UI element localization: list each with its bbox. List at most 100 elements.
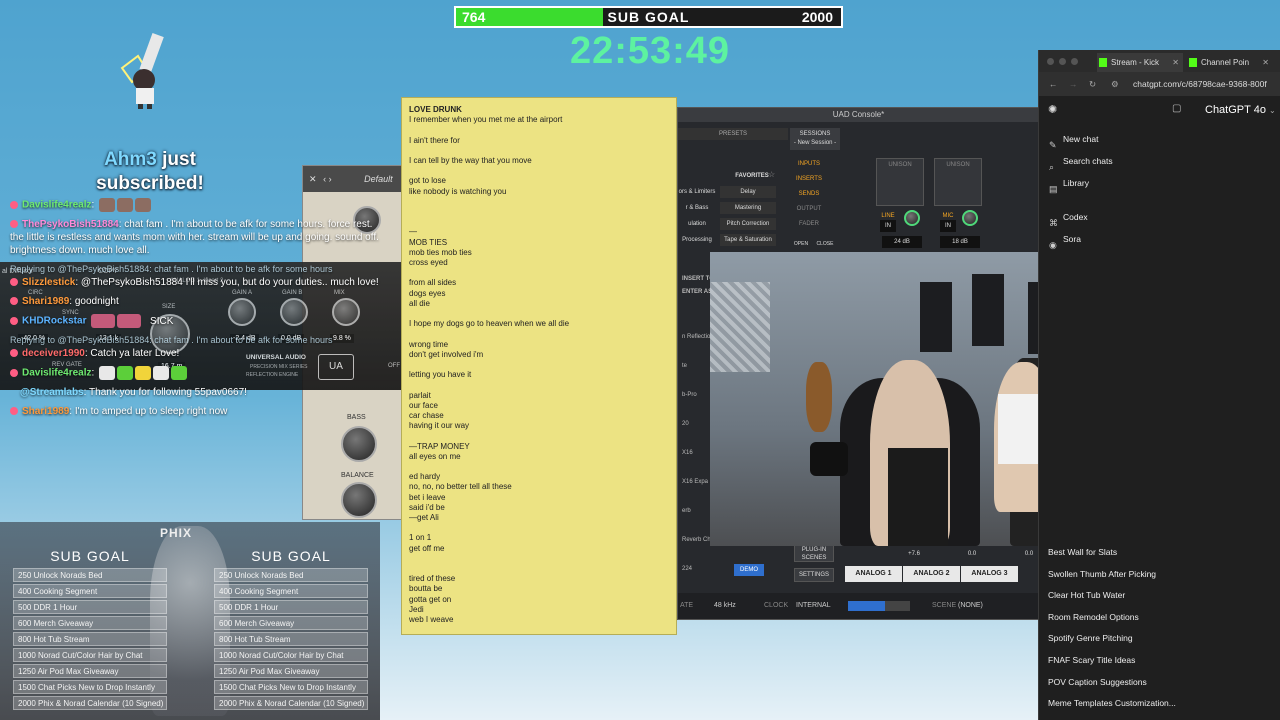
sub-goal-target: 2000 <box>801 9 833 25</box>
chat-history-item[interactable]: Room Remodel Options <box>1039 607 1280 629</box>
lyrics-line <box>409 146 669 156</box>
new-chat-button[interactable]: ✎ New chat <box>1039 128 1280 150</box>
star-icon[interactable]: ☆ <box>768 170 775 179</box>
uad-scene-value[interactable]: (NONE) <box>958 602 983 609</box>
plugin-label-off[interactable]: OFF <box>388 363 400 369</box>
chat-username: Davislife4realz <box>22 199 92 211</box>
tab-close-icon[interactable]: ✕ <box>1172 53 1179 72</box>
uad-nav-output[interactable]: OUTPUT <box>794 203 824 215</box>
lyrics-line <box>409 431 669 441</box>
uad-channel-unison-1[interactable]: UNISON <box>876 158 924 206</box>
uad-analog-tab[interactable]: ANALOG 3 <box>961 566 1018 582</box>
browser-tab-bar: Stream - Kick ✕ Channel Poin ✕ <box>1039 50 1280 72</box>
chat-history-item[interactable]: POV Caption Suggestions <box>1039 672 1280 694</box>
chat-history-item[interactable]: FNAF Scary Title Ideas <box>1039 650 1280 672</box>
uad-open-button[interactable]: OPEN <box>792 238 810 250</box>
uad-plugin-list-item[interactable]: 20 <box>682 421 689 427</box>
uad-clock-value[interactable]: INTERNAL <box>796 602 831 609</box>
lyrics-note[interactable]: LOVE DRUNK I remember when you met me at … <box>401 97 677 635</box>
uad-nav-inputs[interactable]: INPUTS <box>794 158 824 170</box>
balance-knob[interactable] <box>341 482 377 518</box>
uad-sessions-label: SESSIONS <box>799 131 831 137</box>
chat-history-item[interactable]: Spotify Genre Pitching <box>1039 628 1280 650</box>
plugin-prev-icon[interactable]: ‹ <box>323 174 326 184</box>
lyrics-line: ed hardy <box>409 472 441 482</box>
uad-plugin-list-item[interactable]: Reverb Ch <box>682 537 711 543</box>
chat-history-item[interactable]: Meme Templates Customization... <box>1039 693 1280 715</box>
uad-nav-sends[interactable]: SENDS <box>794 188 824 200</box>
browser-tab[interactable]: Channel Poin ✕ <box>1187 53 1273 72</box>
uad-favorite-item[interactable]: r & Bass <box>678 202 716 214</box>
browser-tab[interactable]: Stream - Kick ✕ <box>1097 53 1183 72</box>
plugin-close-icon[interactable]: ✕ <box>309 174 317 184</box>
uad-favorite-item[interactable]: Processing <box>678 234 716 246</box>
uad-favorite-item[interactable]: Mastering <box>720 202 776 214</box>
uad-plugin-list-item[interactable]: X16 Expa <box>682 479 708 485</box>
plugin-toolbar: ✕ ‹ › Default <box>303 166 401 192</box>
uad-favorite-item[interactable]: Tape & Saturation <box>720 234 776 246</box>
uad-plugin-list-item[interactable]: te <box>682 363 687 369</box>
uad-plugin-list-item[interactable]: X16 <box>682 450 693 456</box>
uad-plugin-list-item[interactable]: erb <box>682 508 691 514</box>
address-bar[interactable]: ← → ↻ ⚙ chatgpt.com/c/68798cae-9368-800f <box>1039 72 1280 96</box>
tab-title: Channel Poin <box>1201 58 1250 67</box>
uad-plugin-scenes-button[interactable]: PLUG-IN SCENES <box>794 544 834 562</box>
reload-icon[interactable]: ↻ <box>1089 72 1096 96</box>
plugin-next-icon[interactable]: › <box>329 174 332 184</box>
uad-gain-knob-1[interactable] <box>904 210 920 226</box>
codex-button[interactable]: ⌘ Codex <box>1039 206 1280 228</box>
uad-presets-tab[interactable]: PRESETS <box>678 128 788 140</box>
forward-icon[interactable]: → <box>1069 72 1078 96</box>
tab-close-icon[interactable]: ✕ <box>1262 53 1269 72</box>
model-selector[interactable]: ChatGPT 4o ⌄ <box>1205 104 1276 116</box>
chat-history-item[interactable]: Swollen Thumb After Picking <box>1039 564 1280 586</box>
bass-knob[interactable] <box>341 426 377 462</box>
uad-plugin-list-item[interactable]: n Reflectio <box>682 334 710 340</box>
chat-history-item[interactable]: Best Wall for Slats <box>1039 542 1280 564</box>
emote-icon <box>135 198 152 212</box>
emote-icon <box>91 314 116 328</box>
uad-sessions-button[interactable]: SESSIONS - New Session - <box>790 128 840 150</box>
uad-nav-inserts[interactable]: INSERTS <box>794 173 824 185</box>
uad-analog-tab[interactable]: ANALOG 1 <box>845 566 902 582</box>
chat-history-item[interactable]: Clear Hot Tub Water <box>1039 585 1280 607</box>
sub-badge-icon <box>10 369 18 377</box>
uad-rate-value[interactable]: 48 kHz <box>714 602 736 609</box>
uad-in-button-2[interactable]: IN <box>940 220 956 232</box>
openai-logo-icon[interactable]: ✺ <box>1048 103 1057 116</box>
lyrics-line <box>409 217 669 227</box>
uad-favorite-item[interactable]: ulation <box>678 218 716 230</box>
library-button[interactable]: ▤ Library <box>1039 172 1280 194</box>
window-close-icon[interactable] <box>1047 58 1054 65</box>
uad-close-button[interactable]: CLOSE <box>816 238 834 250</box>
sub-goal-item: 500 DDR 1 Hour <box>13 600 167 614</box>
uad-plugin-list-item[interactable]: 224 <box>682 566 692 572</box>
search-chats-button[interactable]: ⌕ Search chats <box>1039 150 1280 172</box>
uad-demo-badge[interactable]: DEMO <box>734 564 764 576</box>
sub-badge-icon <box>10 201 18 209</box>
back-icon[interactable]: ← <box>1049 72 1058 96</box>
uad-channel-unison-2[interactable]: UNISON <box>934 158 982 206</box>
uad-favorite-item[interactable]: Delay <box>720 186 776 198</box>
url-text[interactable]: chatgpt.com/c/68798cae-9368-800f <box>1133 79 1267 89</box>
chat-message: Replying to @ThePsykoBish51884: chat fam… <box>10 263 380 289</box>
uad-plugin-list-item[interactable]: b-Pro <box>682 392 697 398</box>
lyrics-line: mob ties mob ties <box>409 247 472 257</box>
window-minimize-icon[interactable] <box>1059 58 1066 65</box>
uad-favorite-item[interactable]: ors & Limiters <box>678 186 716 198</box>
uad-gain-knob-2[interactable] <box>962 210 978 226</box>
uad-favorite-item[interactable]: Pitch Correction <box>720 218 776 230</box>
uad-settings-button[interactable]: SETTINGS <box>794 568 834 582</box>
uad-analog-tab[interactable]: ANALOG 2 <box>903 566 960 582</box>
uad-clock-label: CLOCK <box>764 602 789 609</box>
emote-icon <box>117 366 134 380</box>
uad-in-button-1[interactable]: IN <box>880 220 896 232</box>
plugin-preset[interactable]: Default <box>364 174 393 184</box>
uad-nav-fader[interactable]: FADER <box>794 218 824 230</box>
site-info-icon[interactable]: ⚙ <box>1111 72 1119 96</box>
sidebar-toggle-icon[interactable]: ▢ <box>1172 103 1181 114</box>
lyrics-line: tired of these <box>409 574 456 584</box>
sora-button[interactable]: ◉ Sora <box>1039 228 1280 250</box>
library-icon: ▤ <box>1049 184 1058 194</box>
window-zoom-icon[interactable] <box>1071 58 1078 65</box>
